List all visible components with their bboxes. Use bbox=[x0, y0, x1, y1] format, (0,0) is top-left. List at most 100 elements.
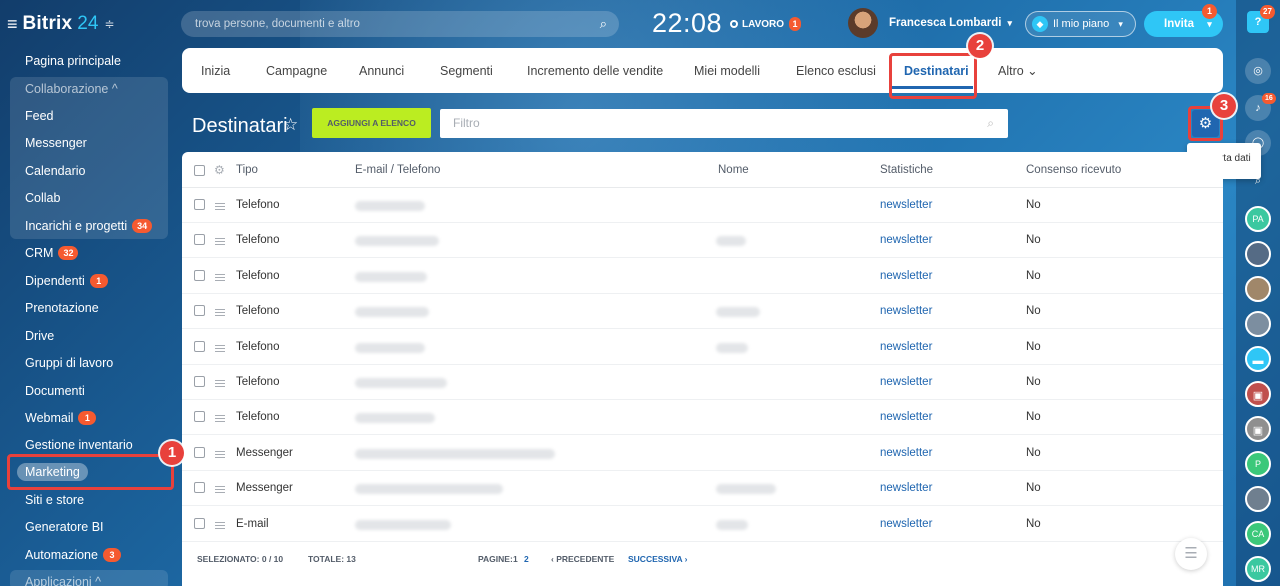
sidebar-item-drive[interactable]: Drive bbox=[0, 323, 180, 349]
sidebar-item-incarichi-e-progetti[interactable]: Incarichi e progetti 34 bbox=[0, 213, 180, 239]
drag-handle-icon[interactable] bbox=[215, 238, 225, 240]
table-row[interactable]: Telefono newsletter No bbox=[182, 223, 1223, 259]
row-checkbox[interactable] bbox=[194, 517, 205, 529]
list-view-icon[interactable]: ☰ bbox=[1175, 538, 1207, 570]
row-checkbox[interactable] bbox=[194, 234, 205, 246]
contact-avatar-p[interactable]: P bbox=[1245, 451, 1271, 477]
tab-elenco-esclusi[interactable]: Elenco esclusi bbox=[796, 48, 876, 93]
global-search-input[interactable]: trova persone, documenti e altro ⌕ bbox=[181, 11, 619, 37]
row-checkbox[interactable] bbox=[194, 411, 205, 423]
invite-button[interactable]: Invita ▾ 1 bbox=[1144, 4, 1223, 37]
sidebar-item-collab[interactable]: Collab bbox=[0, 185, 180, 211]
next-page-link[interactable]: SUCCESSIVA › bbox=[628, 542, 688, 576]
tab-campagne[interactable]: Campagne bbox=[266, 48, 327, 93]
previous-page-link[interactable]: ‹ PRECEDENTE bbox=[551, 542, 614, 576]
sidebar-item-collaborazione[interactable]: Collaborazione ^ bbox=[0, 76, 180, 102]
tab-incremento-delle-vendite[interactable]: Incremento delle vendite bbox=[527, 48, 663, 93]
sidebar-item-messenger[interactable]: Messenger bbox=[0, 130, 180, 156]
statistics-link[interactable]: newsletter bbox=[880, 365, 932, 400]
tab-altro[interactable]: Altro ⌄ bbox=[998, 48, 1038, 93]
contact-card-icon[interactable]: ▣ bbox=[1245, 416, 1271, 442]
sidebar-item-documenti[interactable]: Documenti bbox=[0, 378, 180, 404]
column-type[interactable]: Tipo bbox=[236, 152, 258, 188]
sidebar-item-generatore-bi[interactable]: Generatore BI bbox=[0, 514, 180, 540]
statistics-link[interactable]: newsletter bbox=[880, 400, 932, 435]
drag-handle-icon[interactable] bbox=[215, 309, 225, 311]
row-checkbox[interactable] bbox=[194, 340, 205, 352]
contact-avatar-icon[interactable] bbox=[1245, 241, 1271, 267]
sidebar-item-automazione[interactable]: Automazione 3 bbox=[0, 542, 180, 568]
tab-segmenti[interactable]: Segmenti bbox=[440, 48, 493, 93]
user-menu[interactable]: Francesca Lombardi ▾ bbox=[848, 8, 1012, 38]
my-plan-button[interactable]: ◆ Il mio piano ▾ bbox=[1025, 11, 1136, 37]
filter-input[interactable]: Filtro ⌕ bbox=[440, 109, 1008, 138]
search-icon[interactable]: ⌕ bbox=[600, 11, 607, 37]
row-checkbox[interactable] bbox=[194, 305, 205, 317]
sidebar-item-pagina-principale[interactable]: Pagina principale bbox=[0, 48, 180, 74]
contact-avatar-icon[interactable] bbox=[1245, 486, 1271, 512]
contact-card-icon[interactable]: ▣ bbox=[1245, 381, 1271, 407]
sidebar-item-feed[interactable]: Feed bbox=[0, 103, 180, 129]
row-checkbox[interactable] bbox=[194, 199, 205, 210]
drag-handle-icon[interactable] bbox=[215, 450, 225, 452]
drag-handle-icon[interactable] bbox=[215, 273, 225, 275]
table-row[interactable]: E-mail newsletter No bbox=[182, 507, 1223, 542]
drag-handle-icon[interactable] bbox=[215, 486, 225, 488]
table-row[interactable]: Messenger newsletter No bbox=[182, 471, 1223, 507]
drag-handle-icon[interactable] bbox=[215, 344, 225, 346]
table-row[interactable]: Telefono newsletter No bbox=[182, 330, 1223, 365]
statistics-link[interactable]: newsletter bbox=[880, 436, 932, 471]
sidebar-item-webmail[interactable]: Webmail 1 bbox=[0, 405, 180, 431]
hamburger-menu-icon[interactable]: ≡ bbox=[7, 15, 18, 33]
row-checkbox[interactable] bbox=[194, 269, 205, 281]
drag-handle-icon[interactable] bbox=[215, 203, 225, 204]
contact-avatar-icon[interactable] bbox=[1245, 311, 1271, 337]
statistics-link[interactable]: newsletter bbox=[880, 188, 932, 223]
column-email-phone[interactable]: E-mail / Telefono bbox=[355, 152, 440, 188]
logo-text[interactable]: Bitrix bbox=[23, 13, 73, 35]
statistics-link[interactable]: newsletter bbox=[880, 294, 932, 329]
row-checkbox[interactable] bbox=[194, 482, 205, 494]
table-row[interactable]: Telefono newsletter No bbox=[182, 259, 1223, 294]
sidebar-item-siti-e-store[interactable]: Siti e store bbox=[0, 487, 180, 513]
copilot-icon[interactable]: ◎ bbox=[1245, 58, 1271, 84]
statistics-link[interactable]: newsletter bbox=[880, 330, 932, 365]
column-statistics[interactable]: Statistiche bbox=[880, 152, 933, 188]
table-settings-gear-icon[interactable]: ⚙ bbox=[214, 152, 225, 188]
statistics-link[interactable]: newsletter bbox=[880, 471, 932, 506]
tab-annunci[interactable]: Annunci bbox=[359, 48, 404, 93]
add-to-list-button[interactable]: AGGIUNGI A ELENCO bbox=[312, 108, 431, 138]
sidebar-item-applicazioni[interactable]: Applicazioni ^ bbox=[0, 569, 180, 586]
row-checkbox[interactable] bbox=[194, 376, 205, 387]
drag-handle-icon[interactable] bbox=[215, 521, 225, 523]
column-name[interactable]: Nome bbox=[718, 152, 749, 188]
star-icon[interactable]: ☆ bbox=[283, 115, 298, 135]
table-row[interactable]: Telefono newsletter No bbox=[182, 400, 1223, 436]
drag-handle-icon[interactable] bbox=[215, 380, 225, 381]
statistics-link[interactable]: newsletter bbox=[880, 507, 932, 542]
page-2-link[interactable]: 2 bbox=[524, 542, 529, 576]
table-row[interactable]: Telefono newsletter No bbox=[182, 294, 1223, 330]
contact-avatar-ca[interactable]: CA bbox=[1245, 521, 1271, 547]
table-row[interactable]: Messenger newsletter No bbox=[182, 436, 1223, 471]
chat-group-icon[interactable]: ▬ bbox=[1245, 346, 1271, 372]
work-status[interactable]: LAVORO 1 bbox=[730, 17, 802, 31]
tab-miei-modelli[interactable]: Miei modelli bbox=[694, 48, 760, 93]
search-icon[interactable]: ⌕ bbox=[987, 109, 994, 138]
statistics-link[interactable]: newsletter bbox=[880, 223, 932, 258]
contact-avatar-icon[interactable] bbox=[1245, 276, 1271, 302]
contact-avatar-mr[interactable]: MR bbox=[1245, 556, 1271, 582]
select-all-checkbox[interactable] bbox=[194, 165, 205, 176]
sidebar-item-prenotazione[interactable]: Prenotazione bbox=[0, 295, 180, 321]
sidebar-item-gruppi-di-lavoro[interactable]: Gruppi di lavoro bbox=[0, 350, 180, 376]
row-checkbox[interactable] bbox=[194, 446, 205, 458]
sidebar-item-crm[interactable]: CRM 32 bbox=[0, 240, 180, 266]
sidebar-item-dipendenti[interactable]: Dipendenti 1 bbox=[0, 268, 180, 294]
sidebar-item-calendario[interactable]: Calendario bbox=[0, 158, 180, 184]
table-row[interactable]: Telefono newsletter No bbox=[182, 188, 1223, 223]
tab-inizia[interactable]: Inizia bbox=[201, 48, 230, 93]
table-row[interactable]: Telefono newsletter No bbox=[182, 365, 1223, 400]
column-consent[interactable]: Consenso ricevuto bbox=[1026, 152, 1121, 188]
statistics-link[interactable]: newsletter bbox=[880, 259, 932, 294]
drag-handle-icon[interactable] bbox=[215, 415, 225, 417]
